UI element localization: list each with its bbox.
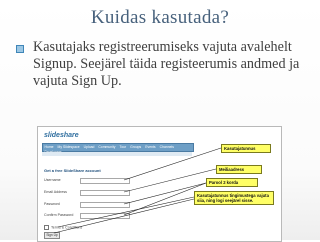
email-arrow bbox=[123, 168, 217, 193]
callout-email: Meiliaadress bbox=[216, 165, 262, 174]
bullet-text: Kasutajaks registreerumiseks vajuta aval… bbox=[33, 39, 300, 89]
callout-password: Parool 2 korda bbox=[206, 178, 258, 187]
signup-arrow bbox=[53, 198, 195, 234]
signup-screenshot: slideshare Home My Slidespace Upload Com… bbox=[37, 126, 282, 242]
terms-arrow bbox=[57, 196, 195, 228]
slide-title: Kuidas kasutada? bbox=[90, 7, 230, 28]
callout-username: Kasutajatunnus bbox=[221, 144, 271, 153]
bullet-square-icon bbox=[16, 45, 24, 53]
bullet-item: Kasutajaks registreerumiseks vajuta aval… bbox=[16, 39, 314, 90]
username-arrow bbox=[123, 147, 222, 181]
callout-terms: Kasutajatunnus tingimustega vajuta siia,… bbox=[194, 191, 274, 205]
